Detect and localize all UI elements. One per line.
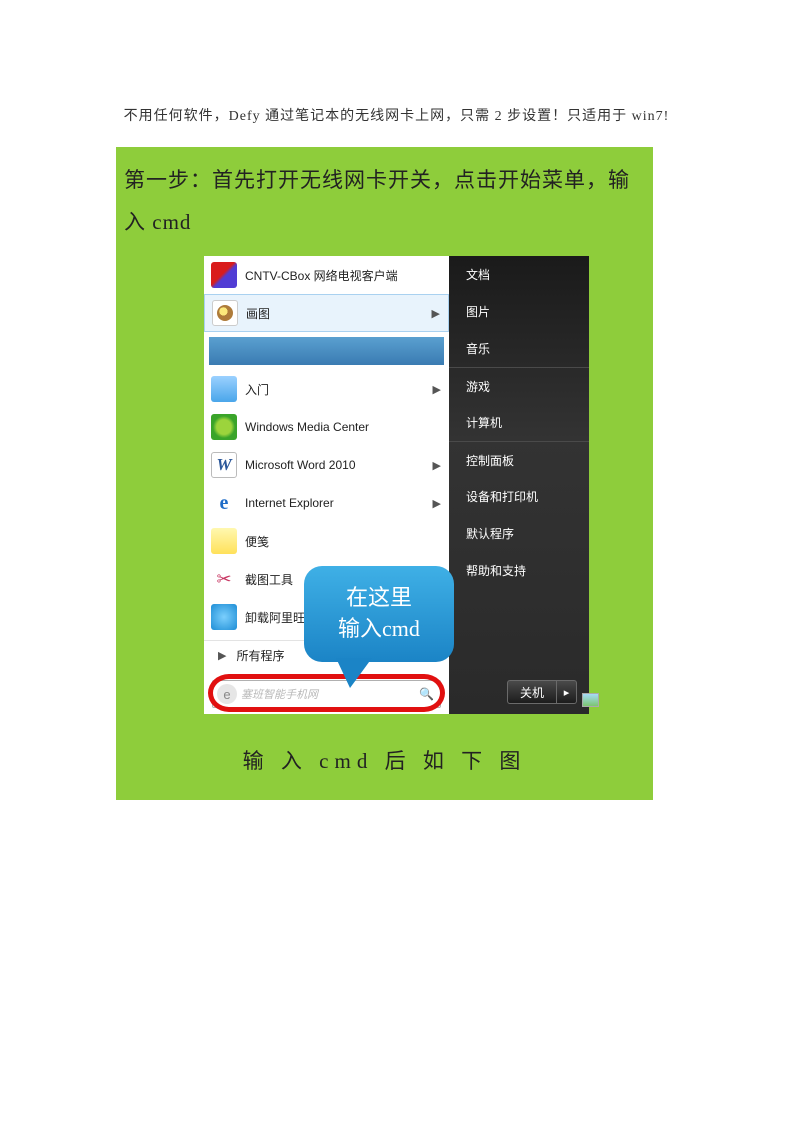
right-link[interactable]: 文档 — [449, 256, 589, 293]
triangle-icon: ▶ — [218, 649, 226, 662]
aliwangwang-icon — [211, 604, 237, 630]
program-item[interactable]: 画图 ▶ — [204, 294, 449, 332]
program-label: Windows Media Center — [245, 420, 369, 434]
right-link[interactable]: 设备和打印机 — [449, 478, 589, 515]
right-link[interactable]: 帮助和支持 — [449, 552, 589, 589]
all-programs-label: 所有程序 — [236, 647, 284, 664]
callout-bubble: 在这里 输入cmd — [304, 566, 454, 662]
search-input[interactable]: e 塞班智能手机网 🔍 — [212, 680, 441, 708]
program-label: 便笺 — [245, 533, 269, 550]
shutdown-button[interactable]: 关机 — [507, 680, 557, 704]
right-link[interactable]: 计算机 — [449, 404, 589, 441]
program-item[interactable]: Internet Explorer ▶ — [204, 484, 449, 522]
shutdown-control: 关机 ▸ — [507, 680, 577, 704]
program-item[interactable]: Microsoft Word 2010 ▶ — [204, 446, 449, 484]
right-link[interactable]: 控制面板 — [449, 441, 589, 478]
right-link[interactable]: 图片 — [449, 293, 589, 330]
program-label: 截图工具 — [245, 571, 293, 588]
right-link[interactable]: 音乐 — [449, 330, 589, 367]
submenu-arrow-icon: ▶ — [433, 383, 441, 396]
caption-after-step1: 输 入 cmd 后 如 下 图 — [116, 745, 653, 775]
program-label: CNTV-CBox 网络电视客户端 — [245, 267, 398, 284]
program-item[interactable]: Windows Media Center — [204, 408, 449, 446]
sticky-notes-icon — [211, 528, 237, 554]
cntv-icon — [211, 262, 237, 288]
program-label: Internet Explorer — [245, 496, 334, 510]
program-label: 入门 — [245, 381, 269, 398]
start-menu-right-pane: 文档 图片 音乐 游戏 计算机 控制面板 设备和打印机 默认程序 帮助和支持 关… — [449, 256, 589, 714]
media-center-icon — [211, 414, 237, 440]
program-label: 画图 — [246, 305, 270, 322]
snipping-tool-icon — [211, 566, 237, 592]
word-icon — [211, 452, 237, 478]
search-provider-icon: e — [217, 684, 237, 704]
ie-icon — [211, 490, 237, 516]
callout-line1: 在这里 — [346, 583, 412, 614]
getting-started-icon — [211, 376, 237, 402]
program-item[interactable]: 便笺 — [204, 522, 449, 560]
start-menu-left-pane: CNTV-CBox 网络电视客户端 画图 ▶ 计算器 入门 ▶ Windows Me… — [204, 256, 449, 714]
shutdown-options-arrow[interactable]: ▸ — [557, 680, 577, 704]
program-item[interactable]: 入门 ▶ — [204, 370, 449, 408]
right-link[interactable]: 游戏 — [449, 367, 589, 404]
submenu-arrow-icon: ▶ — [433, 497, 441, 510]
callout-line2: 输入cmd — [338, 614, 420, 645]
callout-tail — [336, 658, 372, 688]
magnifier-icon: 🔍 — [419, 687, 434, 701]
calculator-icon — [211, 338, 237, 364]
program-label: Microsoft Word 2010 — [245, 458, 356, 472]
program-item[interactable]: 计算器 — [204, 332, 449, 370]
submenu-arrow-icon: ▶ — [433, 459, 441, 472]
step-panel: 第一步：首先打开无线网卡开关，点击开始菜单，输入 cmd CNTV-CBox 网… — [116, 147, 653, 800]
search-watermark: 塞班智能手机网 — [241, 686, 419, 702]
document-heading: 不用任何软件，Defy 通过笔记本的无线网卡上网，只需 2 步设置！只适用于 w… — [0, 105, 793, 125]
submenu-arrow-icon: ▶ — [432, 307, 440, 320]
step1-title: 第一步：首先打开无线网卡开关，点击开始菜单，输入 cmd — [124, 159, 645, 243]
image-badge-icon — [582, 693, 599, 707]
start-menu-screenshot: CNTV-CBox 网络电视客户端 画图 ▶ 计算器 入门 ▶ Windows Me… — [204, 256, 589, 714]
right-link[interactable]: 默认程序 — [449, 515, 589, 552]
paint-icon — [212, 300, 238, 326]
program-item[interactable]: CNTV-CBox 网络电视客户端 — [204, 256, 449, 294]
program-label: 卸载阿里旺 — [245, 609, 305, 626]
